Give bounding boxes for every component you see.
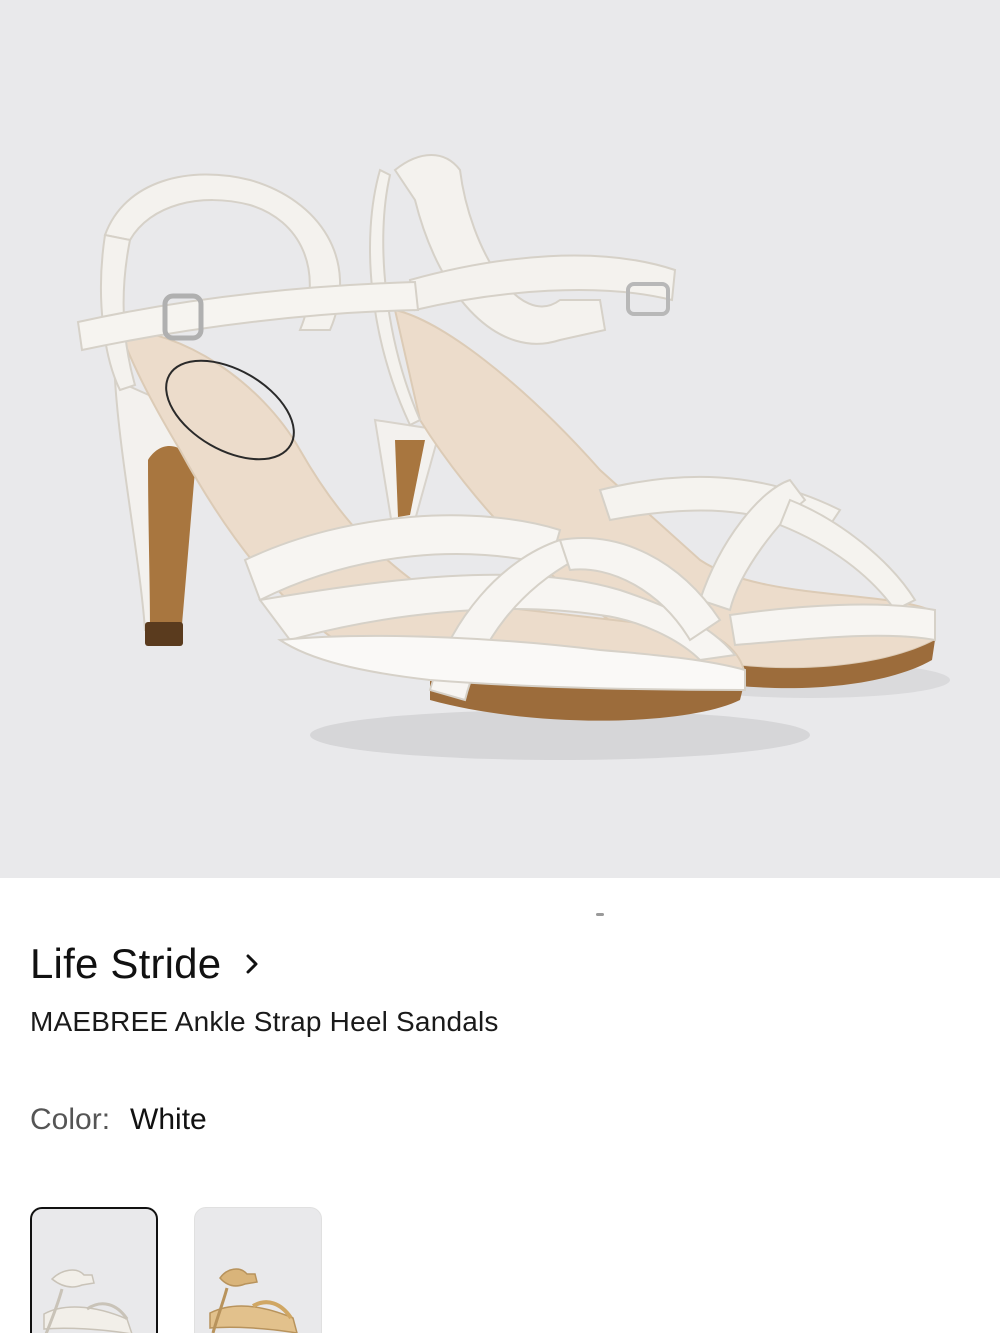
sandal-thumbnail-icon [209, 1268, 298, 1333]
product-title: MAEBREE Ankle Strap Heel Sandals [30, 1006, 499, 1037]
color-value: White [130, 1103, 207, 1136]
color-swatch-tan[interactable] [194, 1207, 322, 1333]
product-page: Life Stride MAEBREE Ankle Strap Heel San… [0, 0, 1000, 1333]
sandal-thumbnail-icon [43, 1269, 133, 1333]
sandal-product-illustration [76, 154, 950, 760]
color-swatch-white[interactable] [30, 1207, 158, 1333]
brand-name: Life Stride [30, 940, 222, 987]
chevron-right-icon [246, 954, 258, 974]
brand-link[interactable]: Life Stride [30, 938, 263, 990]
color-selection: Color: White [30, 1103, 207, 1137]
carousel-indicator [596, 913, 604, 916]
color-label: Color: [30, 1103, 111, 1136]
product-image[interactable] [0, 0, 1000, 878]
